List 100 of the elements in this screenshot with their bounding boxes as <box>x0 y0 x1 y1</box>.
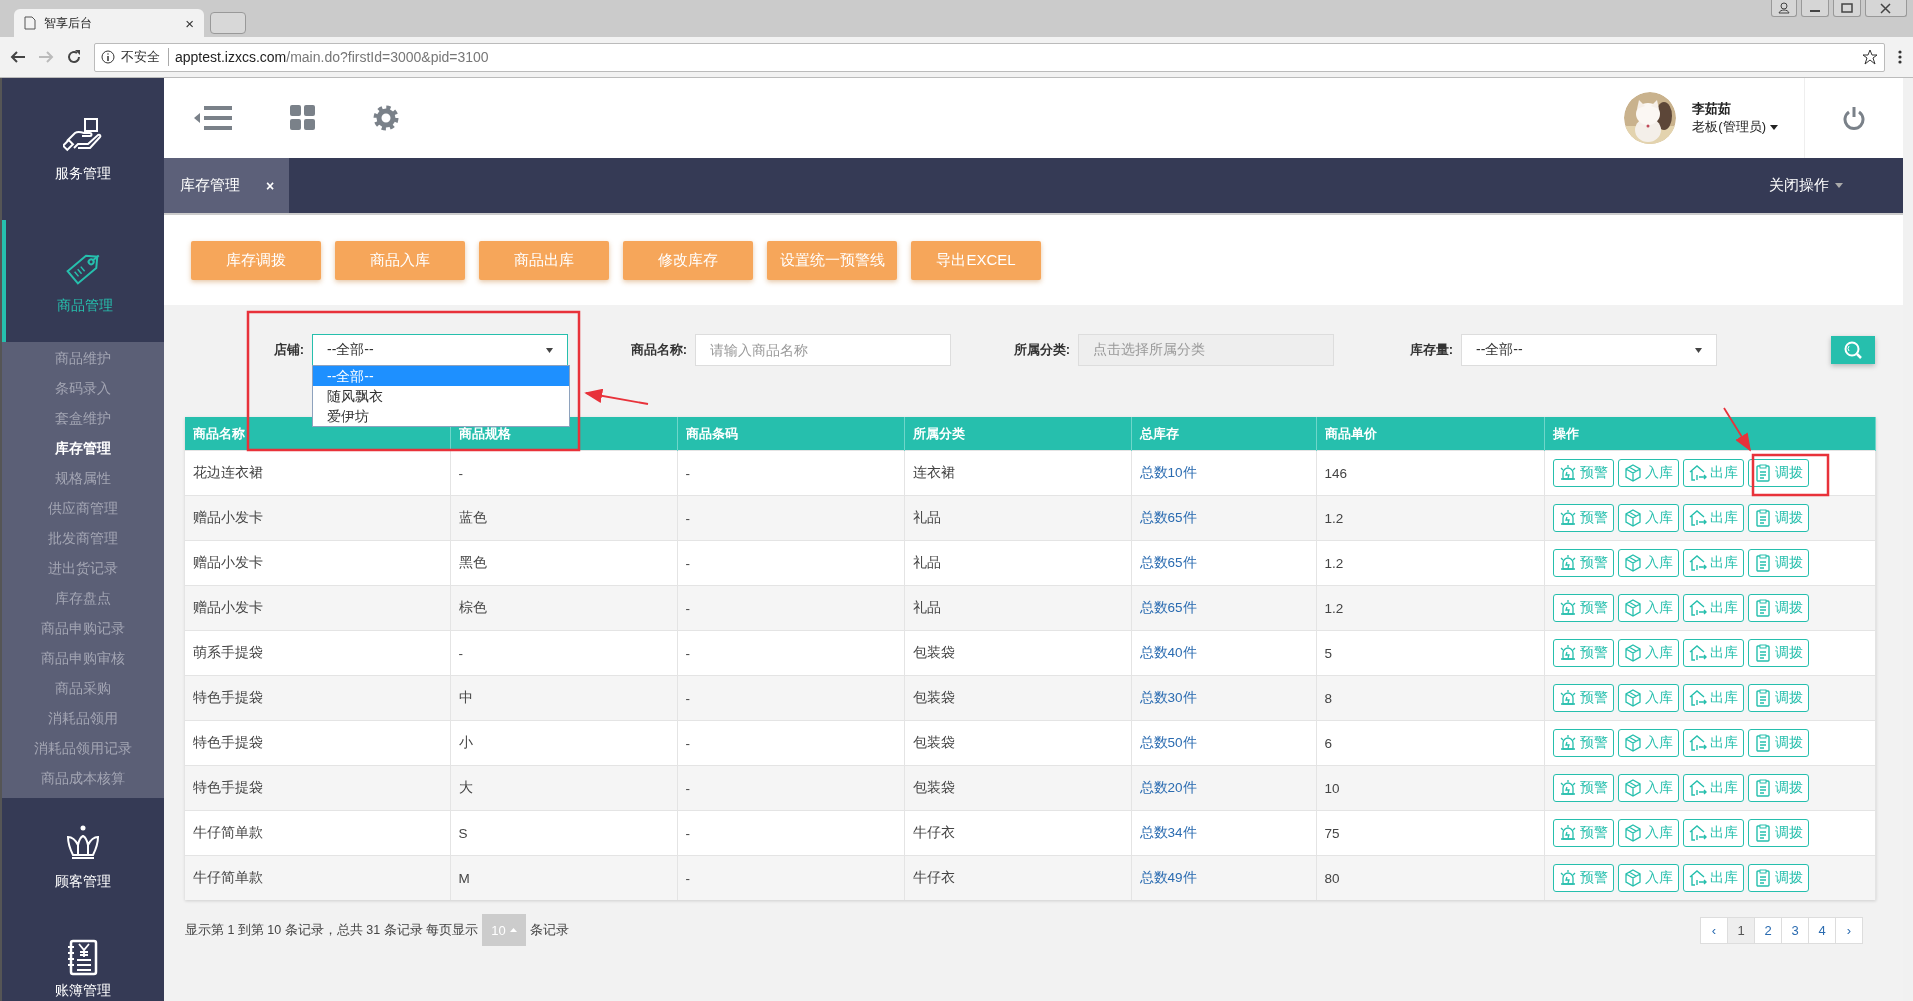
row-action-button[interactable]: 预警 <box>1552 504 1614 532</box>
tab-close-button[interactable]: × <box>266 177 275 194</box>
stock-link[interactable]: 总数49件 <box>1139 870 1197 885</box>
row-action-button[interactable]: 调拨 <box>1747 639 1809 667</box>
box-icon <box>1623 464 1642 482</box>
toolbar-button[interactable]: 导出EXCEL <box>911 240 1041 280</box>
stock-link[interactable]: 总数34件 <box>1139 825 1197 840</box>
row-action-button[interactable]: 预警 <box>1552 729 1614 757</box>
row-action-button[interactable]: 调拨 <box>1747 549 1809 577</box>
submenu-item[interactable]: 消耗品领用记录 <box>2 734 164 764</box>
submenu-item[interactable]: 库存管理 <box>2 434 164 464</box>
pagination-button[interactable]: 3 <box>1781 916 1809 944</box>
select-field[interactable]: --全部-- <box>1461 334 1717 366</box>
page-icon <box>24 16 36 30</box>
row-action-button[interactable]: 出库 <box>1682 639 1744 667</box>
row-action-button[interactable]: 调拨 <box>1747 774 1809 802</box>
pagination-button[interactable]: 4 <box>1808 916 1836 944</box>
row-action-button[interactable]: 调拨 <box>1747 684 1809 712</box>
row-action-button[interactable]: 入库 <box>1617 594 1679 622</box>
submenu-item[interactable]: 商品维护 <box>2 344 164 374</box>
alarm-icon <box>1558 509 1577 527</box>
row-action-button[interactable]: 调拨 <box>1747 864 1809 892</box>
close-operations-menu[interactable]: 关闭操作 <box>1769 158 1903 213</box>
row-action-button[interactable]: 出库 <box>1682 504 1744 532</box>
stock-link[interactable]: 总数65件 <box>1139 510 1197 525</box>
sidebar-section[interactable]: 顾客管理 <box>2 798 164 916</box>
row-action-button[interactable]: 入库 <box>1617 774 1679 802</box>
row-action-button[interactable]: 入库 <box>1617 819 1679 847</box>
toolbar-button[interactable]: 商品出库 <box>479 240 609 280</box>
dropdown-option[interactable]: --全部-- <box>313 366 569 386</box>
row-action-button[interactable]: 出库 <box>1682 819 1744 847</box>
row-action-button[interactable]: 出库 <box>1682 864 1744 892</box>
row-action-button[interactable]: 预警 <box>1552 549 1614 577</box>
stock-link[interactable]: 总数30件 <box>1139 690 1197 705</box>
table-cell: 10 <box>1316 765 1544 811</box>
row-action-button[interactable]: 入库 <box>1617 864 1679 892</box>
house-arrow-icon <box>1688 734 1707 752</box>
row-action-button[interactable]: 预警 <box>1552 684 1614 712</box>
row-action-button[interactable]: 出库 <box>1682 684 1744 712</box>
pagination-button[interactable]: 2 <box>1754 916 1782 944</box>
toolbar-button[interactable]: 库存调拨 <box>191 240 321 280</box>
sidebar-section[interactable]: 账簿管理 <box>2 916 164 1000</box>
row-action-button[interactable]: 入库 <box>1617 639 1679 667</box>
dropdown-option[interactable]: 随风飘衣 <box>313 386 569 406</box>
submenu-item[interactable]: 商品申购审核 <box>2 644 164 674</box>
stock-link[interactable]: 总数20件 <box>1139 780 1197 795</box>
row-action-button[interactable]: 调拨 <box>1747 729 1809 757</box>
row-action-button[interactable]: 调拨 <box>1747 459 1809 487</box>
row-action-button[interactable]: 出库 <box>1682 549 1744 577</box>
search-button[interactable] <box>1831 336 1875 364</box>
submenu-item[interactable]: 进出货记录 <box>2 554 164 584</box>
pagination-button[interactable]: ‹ <box>1700 916 1728 944</box>
submenu-item[interactable]: 套盒维护 <box>2 404 164 434</box>
stock-link[interactable]: 总数40件 <box>1139 645 1197 660</box>
row-action-button[interactable]: 入库 <box>1617 729 1679 757</box>
submenu-item[interactable]: 商品采购 <box>2 674 164 704</box>
row-action-button[interactable]: 入库 <box>1617 549 1679 577</box>
row-action-button[interactable]: 预警 <box>1552 774 1614 802</box>
page-tab[interactable]: 库存管理 × <box>164 158 289 213</box>
pagination-button[interactable]: › <box>1835 916 1863 944</box>
stock-link[interactable]: 总数65件 <box>1139 555 1197 570</box>
sidebar-section[interactable]: 服务管理 <box>2 78 164 220</box>
submenu-item[interactable]: 条码录入 <box>2 374 164 404</box>
input-field[interactable]: 请输入商品名称 <box>695 334 951 366</box>
row-action-button[interactable]: 入库 <box>1617 459 1679 487</box>
stock-link[interactable]: 总数65件 <box>1139 600 1197 615</box>
submenu-item[interactable]: 库存盘点 <box>2 584 164 614</box>
row-action-button[interactable]: 预警 <box>1552 864 1614 892</box>
category-picker-field[interactable]: 点击选择所属分类 <box>1078 334 1334 366</box>
row-action-button[interactable]: 入库 <box>1617 504 1679 532</box>
row-action-button[interactable]: 预警 <box>1552 639 1614 667</box>
new-tab-button[interactable] <box>210 12 246 34</box>
row-action-button[interactable]: 出库 <box>1682 729 1744 757</box>
pagination-button[interactable]: 1 <box>1727 916 1755 944</box>
row-action-button[interactable]: 入库 <box>1617 684 1679 712</box>
stock-link[interactable]: 总数10件 <box>1139 465 1197 480</box>
table-cell: 赠品小发卡 <box>185 585 450 631</box>
row-action-button[interactable]: 预警 <box>1552 459 1614 487</box>
submenu-item[interactable]: 供应商管理 <box>2 494 164 524</box>
browser-tab[interactable]: 智享后台 × <box>14 9 204 37</box>
toolbar-button[interactable]: 设置统一预警线 <box>767 240 897 280</box>
row-action-button[interactable]: 调拨 <box>1747 819 1809 847</box>
toolbar-button[interactable]: 修改库存 <box>623 240 753 280</box>
row-action-button[interactable]: 出库 <box>1682 774 1744 802</box>
row-action-button[interactable]: 预警 <box>1552 819 1614 847</box>
submenu-item[interactable]: 商品成本核算 <box>2 764 164 794</box>
select-field[interactable]: --全部-- <box>312 334 568 366</box>
row-action-button[interactable]: 调拨 <box>1747 504 1809 532</box>
stock-link[interactable]: 总数50件 <box>1139 735 1197 750</box>
submenu-item[interactable]: 商品申购记录 <box>2 614 164 644</box>
row-action-button[interactable]: 出库 <box>1682 459 1744 487</box>
user-role-dropdown[interactable]: 老板(管理员) <box>1692 118 1778 136</box>
row-action-button[interactable]: 预警 <box>1552 594 1614 622</box>
address-bar[interactable]: 不安全 apptest.izxcs.com/main.do?firstId=3000&pid=3100 <box>94 42 1885 72</box>
submenu-item[interactable]: 规格属性 <box>2 464 164 494</box>
row-action-button[interactable]: 调拨 <box>1747 594 1809 622</box>
toolbar-button[interactable]: 商品入库 <box>335 240 465 280</box>
row-action-button[interactable]: 出库 <box>1682 594 1744 622</box>
submenu-item[interactable]: 消耗品领用 <box>2 704 164 734</box>
submenu-item[interactable]: 批发商管理 <box>2 524 164 554</box>
